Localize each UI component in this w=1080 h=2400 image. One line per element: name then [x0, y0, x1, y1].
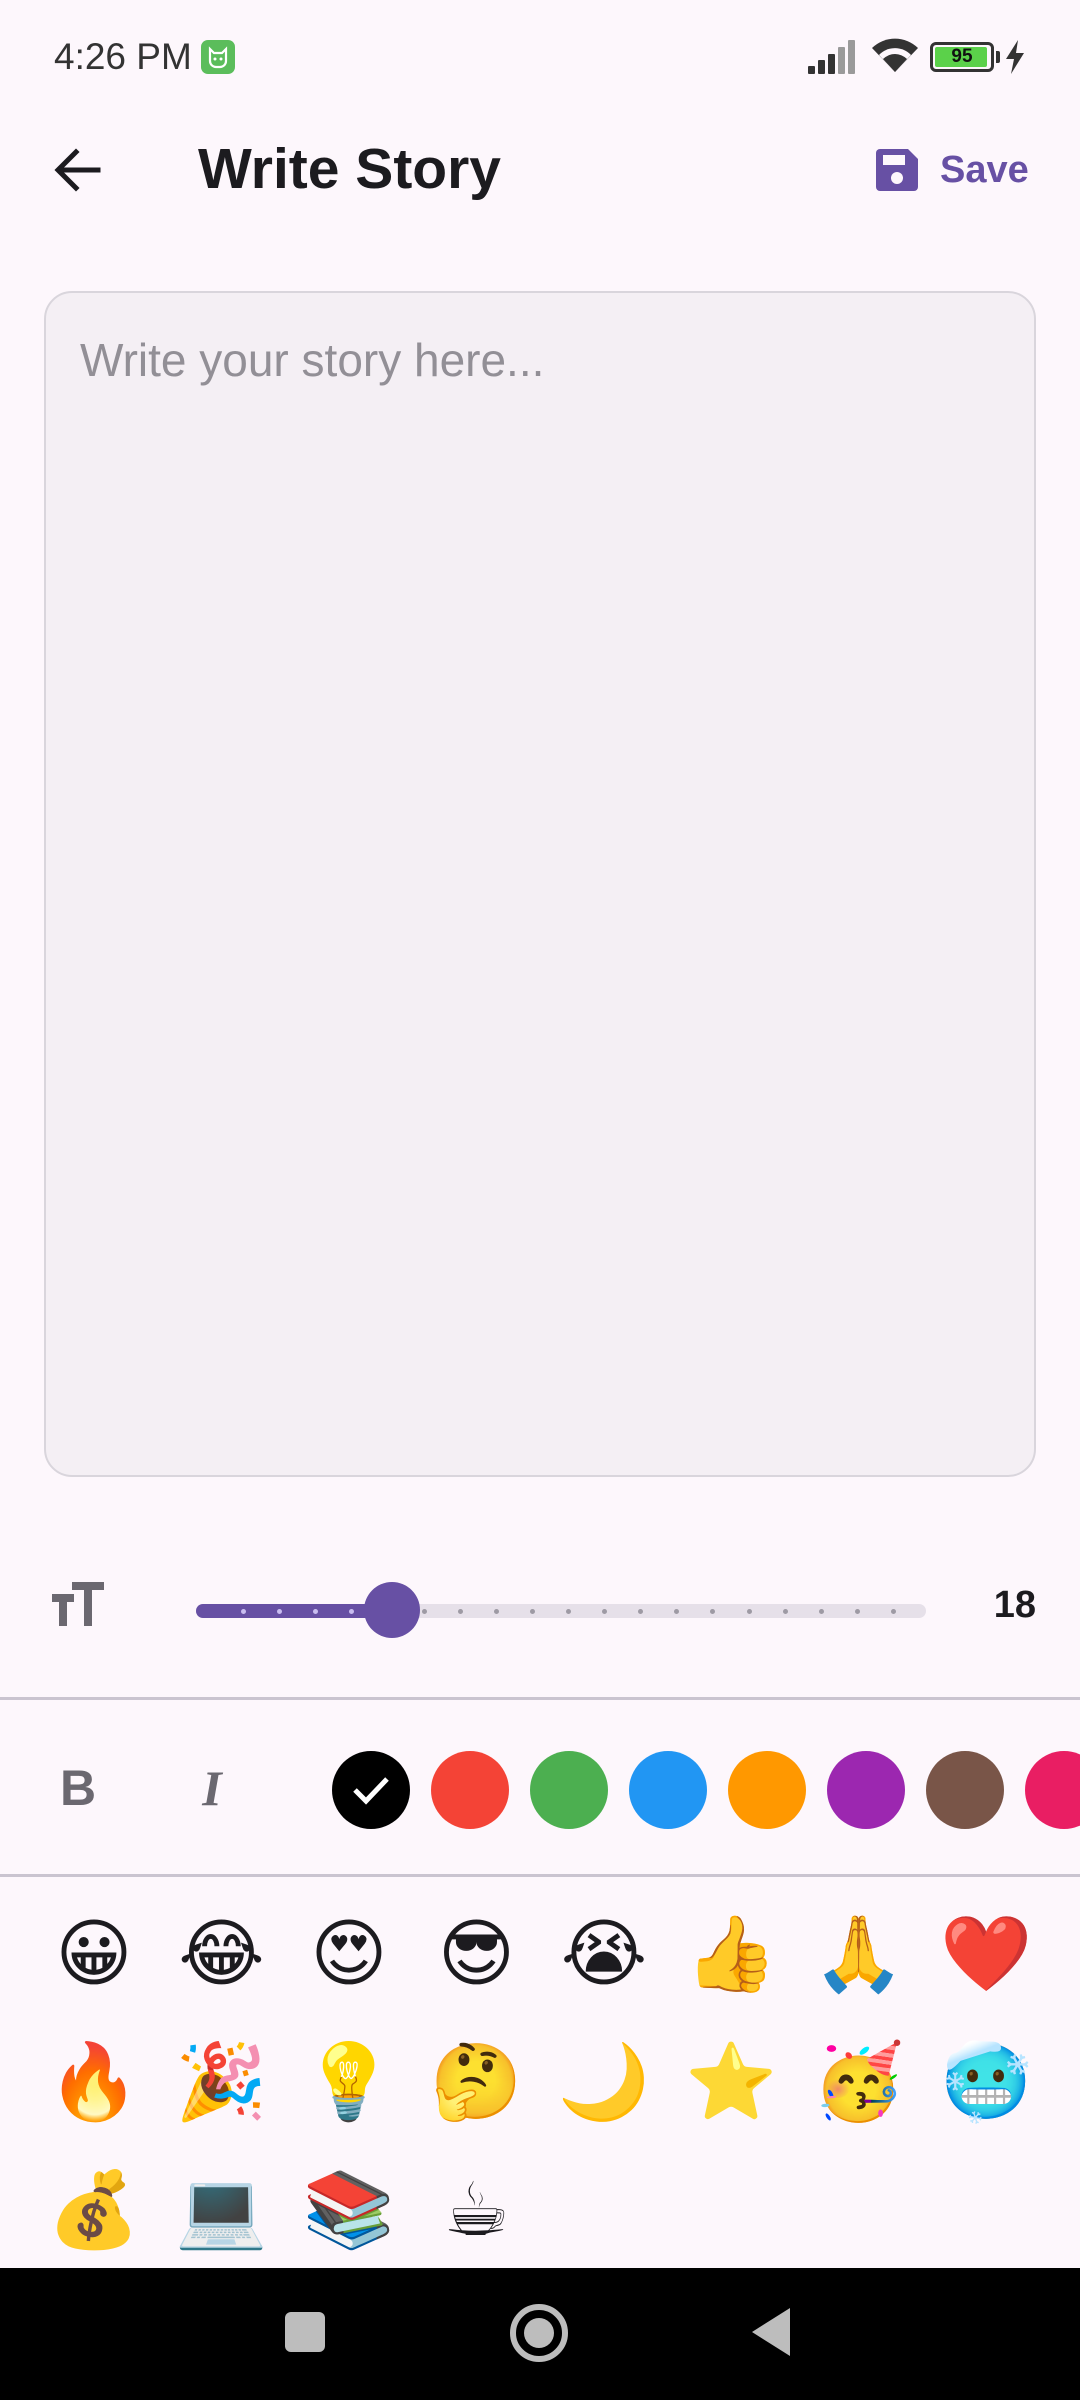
page-title: Write Story	[198, 137, 502, 201]
color-swatch-purple[interactable]	[827, 1751, 905, 1829]
slider-tick	[746, 1609, 752, 1614]
recents-button[interactable]	[285, 2312, 325, 2352]
color-swatch-red[interactable]	[431, 1751, 509, 1829]
emoji-button[interactable]: 😂	[158, 1890, 286, 2018]
font-size-value: 18	[993, 1584, 1036, 1626]
color-swatch-green[interactable]	[530, 1751, 608, 1829]
bold-button[interactable]: B	[40, 1750, 116, 1826]
emoji-button[interactable]: 😍	[285, 1890, 413, 2018]
emoji-button[interactable]: 📚	[285, 2146, 413, 2274]
slider-tick	[891, 1609, 896, 1614]
slider-tick	[457, 1609, 463, 1614]
status-bar: 4:26 PM 95	[0, 0, 1080, 115]
arrow-left-icon	[54, 148, 101, 192]
emoji-button[interactable]: 😀	[30, 1890, 158, 2018]
wifi-icon	[870, 38, 920, 79]
signal-icon	[808, 40, 858, 79]
format-toolbar: B I	[0, 1697, 1080, 1877]
emoji-button[interactable]: ⭐	[668, 2018, 796, 2146]
emoji-button[interactable]: 🥶	[923, 2018, 1051, 2146]
emoji-button[interactable]: 💻	[158, 2146, 286, 2274]
battery-tip	[996, 51, 1000, 63]
back-button[interactable]	[38, 130, 118, 210]
bolt-icon	[1004, 40, 1026, 79]
slider-tick	[782, 1609, 788, 1614]
emoji-button[interactable]: ❤️	[923, 1890, 1051, 2018]
font-size-slider[interactable]	[196, 1580, 926, 1640]
text-size-icon	[50, 1582, 106, 1635]
system-nav-bar	[0, 2268, 1080, 2400]
slider-tick	[566, 1609, 571, 1614]
slider-track-active	[196, 1604, 392, 1618]
cat-icon	[201, 40, 235, 74]
save-label: Save	[940, 148, 1029, 191]
emoji-button[interactable]: 🥳	[795, 2018, 923, 2146]
color-swatch-brown[interactable]	[926, 1751, 1004, 1829]
emoji-button[interactable]: 🔥	[30, 2018, 158, 2146]
system-back-button[interactable]	[752, 2308, 790, 2356]
emoji-button[interactable]: 👍	[668, 1890, 796, 2018]
slider-tick	[529, 1609, 535, 1614]
emoji-button[interactable]: 💰	[30, 2146, 158, 2274]
slider-tick	[421, 1609, 427, 1614]
check-icon	[353, 1777, 389, 1805]
color-swatch-pink[interactable]	[1025, 1751, 1080, 1829]
color-swatch-black[interactable]	[332, 1751, 410, 1829]
battery-level: 95	[951, 46, 973, 67]
emoji-button[interactable]: 🤔	[413, 2018, 541, 2146]
slider-tick	[818, 1609, 824, 1614]
status-time: 4:26 PM	[54, 36, 192, 77]
emoji-button[interactable]: 😎	[413, 1890, 541, 2018]
slider-tick	[241, 1609, 246, 1614]
slider-tick	[493, 1609, 499, 1614]
save-button[interactable]: Save	[876, 138, 1029, 202]
slider-thumb[interactable]	[363, 1582, 420, 1638]
emoji-button[interactable]: 💡	[285, 2018, 413, 2146]
emoji-button[interactable]: 🎉	[158, 2018, 286, 2146]
color-swatch-orange[interactable]	[728, 1751, 806, 1829]
story-input[interactable]	[44, 291, 1036, 1477]
emoji-button[interactable]: 🌙	[540, 2018, 668, 2146]
home-button[interactable]	[510, 2304, 568, 2362]
italic-button[interactable]: I	[174, 1750, 250, 1826]
emoji-button[interactable]: ☕	[413, 2146, 541, 2274]
emoji-button[interactable]: 🙏	[795, 1890, 923, 2018]
battery-icon: 95	[930, 42, 994, 72]
slider-tick	[854, 1609, 860, 1614]
color-swatch-blue[interactable]	[629, 1751, 707, 1829]
floppy-disk-icon	[876, 149, 918, 191]
emoji-button[interactable]: 😭	[540, 1890, 668, 2018]
